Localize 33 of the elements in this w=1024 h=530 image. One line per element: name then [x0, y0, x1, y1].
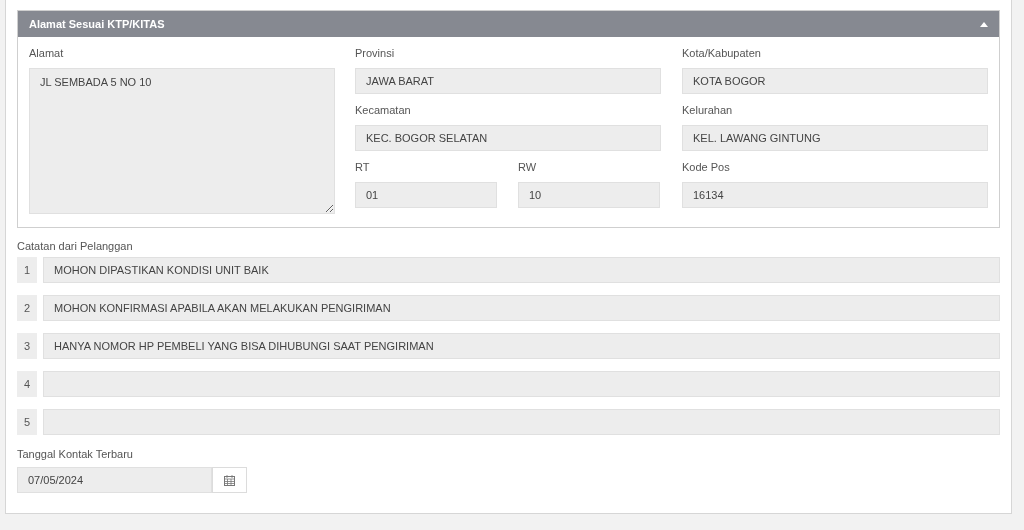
input-field[interactable]: KEC. BOGOR SELATAN	[355, 125, 661, 151]
field-label: Kota/Kabupaten	[682, 46, 762, 61]
input-field[interactable]: 01	[355, 182, 497, 208]
note-number: 2	[17, 295, 37, 321]
field-label: Kecamatan	[355, 103, 412, 118]
date-field[interactable]: 07/05/2024	[17, 467, 212, 493]
address-textarea[interactable]: JL SEMBADA 5 NO 10	[29, 68, 335, 214]
date-label: Tanggal Kontak Terbaru	[17, 447, 134, 462]
field-label: RT	[355, 160, 371, 175]
calendar-icon	[224, 474, 235, 486]
note-field[interactable]: MOHON KONFIRMASI APABILA AKAN MELAKUKAN PENGIRIMAN	[43, 295, 1000, 321]
note-number: 5	[17, 409, 37, 435]
field-label: Kelurahan	[682, 103, 734, 118]
field-label: Kode Pos	[682, 160, 731, 175]
note-field[interactable]: HANYA NOMOR HP PEMBELI YANG BISA DIHUBUNGI SAAT PENGIRIMAN	[43, 333, 1000, 359]
notes-label: Catatan dari Pelanggan	[17, 239, 134, 254]
input-field[interactable]: JAWA BARAT	[355, 68, 661, 94]
note-number: 1	[17, 257, 37, 283]
panel-title: Alamat Sesuai KTP/KITAS	[29, 16, 165, 32]
field-label: Alamat	[29, 46, 65, 61]
field-label: Provinsi	[355, 46, 396, 61]
panel-header[interactable]: Alamat Sesuai KTP/KITAS	[18, 11, 999, 37]
note-field[interactable]	[43, 371, 1000, 397]
field-label: RW	[518, 160, 538, 175]
note-field[interactable]: MOHON DIPASTIKAN KONDISI UNIT BAIK	[43, 257, 1000, 283]
input-field[interactable]: 10	[518, 182, 660, 208]
input-field[interactable]: KOTA BOGOR	[682, 68, 988, 94]
note-number: 4	[17, 371, 37, 397]
note-number: 3	[17, 333, 37, 359]
input-field[interactable]: 16134	[682, 182, 988, 208]
calendar-button[interactable]	[212, 467, 247, 493]
note-field[interactable]	[43, 409, 1000, 435]
input-field[interactable]: KEL. LAWANG GINTUNG	[682, 125, 988, 151]
